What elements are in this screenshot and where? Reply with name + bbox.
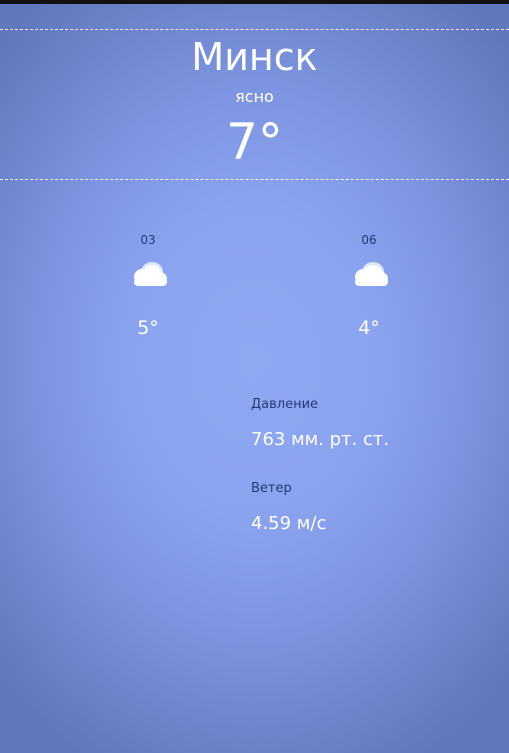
wind-label: Ветер [251, 481, 292, 496]
pressure-label: Давление [251, 397, 319, 412]
wind-value: 4.59 м/с [251, 513, 327, 534]
status-bar [0, 0, 509, 4]
current-temperature: 7° [226, 113, 283, 171]
forecast-hour: 03 [140, 233, 156, 247]
cloudy-icon [355, 262, 388, 286]
pressure-value: 763 мм. рт. ст. [251, 429, 390, 450]
forecast-temperature: 5° [137, 317, 159, 339]
header-divider-bottom [0, 179, 509, 180]
forecast-temperature: 4° [358, 317, 380, 339]
weather-condition: ясно [235, 87, 274, 106]
forecast-hour: 06 [361, 233, 377, 247]
forecast-item: 06 4° [329, 232, 409, 340]
city-name: Минск [191, 35, 318, 79]
weather-screen: Минск ясно 7° 03 5° 06 4° Давление 763 м… [0, 0, 509, 753]
forecast-item: 03 5° [108, 232, 188, 340]
cloudy-icon [134, 262, 167, 286]
header-divider-top [0, 29, 509, 30]
